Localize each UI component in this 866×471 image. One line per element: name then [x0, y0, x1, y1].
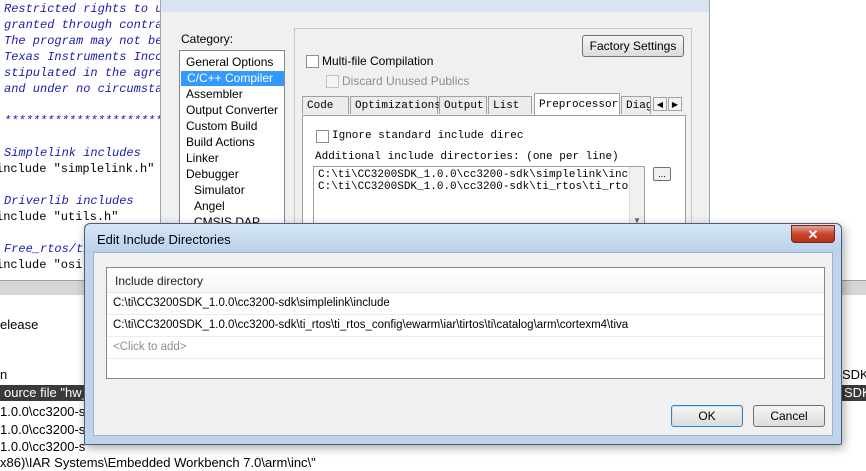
- directory-path: C:\ti\CC3200SDK_1.0.0\cc3200-sdk\ti_rtos…: [113, 319, 629, 331]
- cancel-button[interactable]: Cancel: [753, 405, 825, 427]
- ignore-std-include-checkbox[interactable]: [316, 130, 329, 143]
- options-dialog: Category: General Options C/C++ Compiler…: [160, 0, 710, 234]
- factory-settings-button[interactable]: Factory Settings: [582, 35, 684, 57]
- output-line: elease: [0, 317, 39, 332]
- code-line: include "osi.h: [0, 258, 97, 272]
- category-item[interactable]: General Options: [186, 55, 273, 70]
- discard-label: Discard Unused Publics: [342, 74, 470, 88]
- dialog-body: Include directory C:\ti\CC3200SDK_1.0.0\…: [93, 252, 833, 436]
- directory-path: C:\ti\CC3200SDK_1.0.0\cc3200-sdk\simplel…: [113, 297, 390, 309]
- ignore-std-include-label: Ignore standard include direc: [332, 130, 524, 142]
- code-line: and under no circumsta: [4, 82, 163, 96]
- category-item[interactable]: Assembler: [186, 87, 243, 102]
- output-line-selected[interactable]: ource file "hw_t: [0, 385, 97, 401]
- category-item[interactable]: Angel: [194, 199, 225, 214]
- category-item[interactable]: Debugger: [186, 167, 239, 182]
- options-titlebar: [161, 0, 709, 12]
- tab-code[interactable]: Code: [302, 96, 349, 114]
- code-line: ***********************: [4, 114, 170, 128]
- column-header-label: Include directory: [115, 274, 204, 288]
- additional-include-label: Additional include directories: (one per…: [315, 151, 619, 163]
- category-item-selected[interactable]: C/C++ Compiler: [181, 71, 284, 86]
- tab-scroll-right-icon[interactable]: ▶: [668, 97, 682, 111]
- output-line: 1.0.0\cc3200-s: [0, 422, 86, 437]
- output-line: 1.0.0\cc3200-s: [0, 439, 86, 454]
- category-item[interactable]: Output Converter: [186, 103, 278, 118]
- category-label: Category:: [181, 32, 234, 46]
- code-line: Simplelink includes: [4, 146, 141, 160]
- include-directory-list[interactable]: Include directory C:\ti\CC3200SDK_1.0.0\…: [106, 267, 825, 379]
- close-icon: ✕: [807, 227, 819, 242]
- code-line: granted through contra: [4, 18, 163, 32]
- multifile-label: Multi-file Compilation: [322, 54, 434, 68]
- code-line: Driverlib includes: [4, 194, 134, 208]
- category-item[interactable]: Custom Build: [186, 119, 257, 134]
- category-item[interactable]: Simulator: [194, 183, 245, 198]
- ok-button[interactable]: OK: [671, 405, 743, 427]
- additional-include-textbox[interactable]: C:\ti\CC3200SDK_1.0.0\cc3200-sdk\simplel…: [313, 166, 645, 228]
- code-line: Restricted rights to u: [4, 2, 163, 16]
- list-item[interactable]: C:\ti\CC3200SDK_1.0.0\cc3200-sdk\ti_rtos…: [107, 315, 824, 337]
- dialog-titlebar[interactable]: Edit Include Directories ✕: [85, 224, 841, 252]
- dialog-title: Edit Include Directories: [97, 232, 231, 247]
- include-line: C:\ti\CC3200SDK_1.0.0\cc3200-sdk\ti_rtos…: [318, 181, 645, 193]
- code-line: stipulated in the agre: [4, 66, 163, 80]
- include-line: C:\ti\CC3200SDK_1.0.0\cc3200-sdk\simplel…: [318, 169, 645, 181]
- tab-list[interactable]: List: [488, 96, 532, 114]
- click-to-add-placeholder: <Click to add>: [113, 341, 187, 353]
- output-line: x86)\IAR Systems\Embedded Workbench 7.0\…: [0, 455, 316, 470]
- output-line-fragment: SDK: [842, 367, 866, 382]
- discard-checkbox[interactable]: [326, 75, 339, 88]
- edit-include-directories-dialog: Edit Include Directories ✕ Include direc…: [84, 223, 842, 445]
- list-item[interactable]: C:\ti\CC3200SDK_1.0.0\cc3200-sdk\simplel…: [107, 293, 824, 315]
- category-item[interactable]: Linker: [186, 151, 219, 166]
- output-line: 1.0.0\cc3200-s: [0, 404, 86, 419]
- tab-preprocessor[interactable]: Preprocessor: [534, 93, 620, 115]
- output-line-fragment: SDK: [842, 385, 866, 401]
- close-button[interactable]: ✕: [791, 225, 835, 243]
- tab-diagnostics[interactable]: Diag: [621, 96, 651, 114]
- code-line: include "simplelink.h": [0, 162, 155, 176]
- code-line: Texas Instruments Inco: [4, 50, 163, 64]
- browse-include-button[interactable]: ...: [653, 167, 671, 181]
- include-scrollbar[interactable]: ▼: [629, 167, 644, 227]
- add-directory-row[interactable]: <Click to add>: [107, 337, 824, 359]
- tab-optimizations[interactable]: Optimizations: [350, 96, 441, 114]
- output-line: n: [0, 367, 8, 382]
- tab-scroll-left-icon[interactable]: ◀: [653, 97, 667, 111]
- multifile-checkbox[interactable]: [306, 55, 319, 68]
- preprocessor-tab-page: Ignore standard include direc Additional…: [302, 115, 686, 234]
- category-item[interactable]: Build Actions: [186, 135, 255, 150]
- column-header[interactable]: Include directory: [107, 268, 824, 293]
- tab-output[interactable]: Output: [439, 96, 487, 114]
- category-list[interactable]: General Options C/C++ Compiler Assembler…: [179, 50, 285, 232]
- code-line: The program may not be: [4, 34, 163, 48]
